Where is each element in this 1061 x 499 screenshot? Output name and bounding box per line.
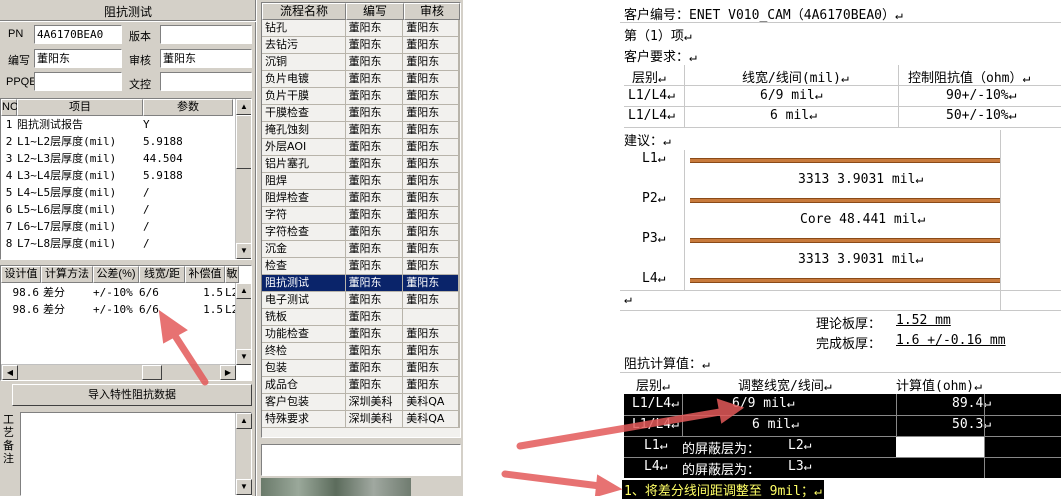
arrow-to-width <box>516 398 745 450</box>
annotation-arrows <box>158 309 745 496</box>
arrow-to-note <box>501 470 623 496</box>
arrow-left <box>158 309 209 386</box>
